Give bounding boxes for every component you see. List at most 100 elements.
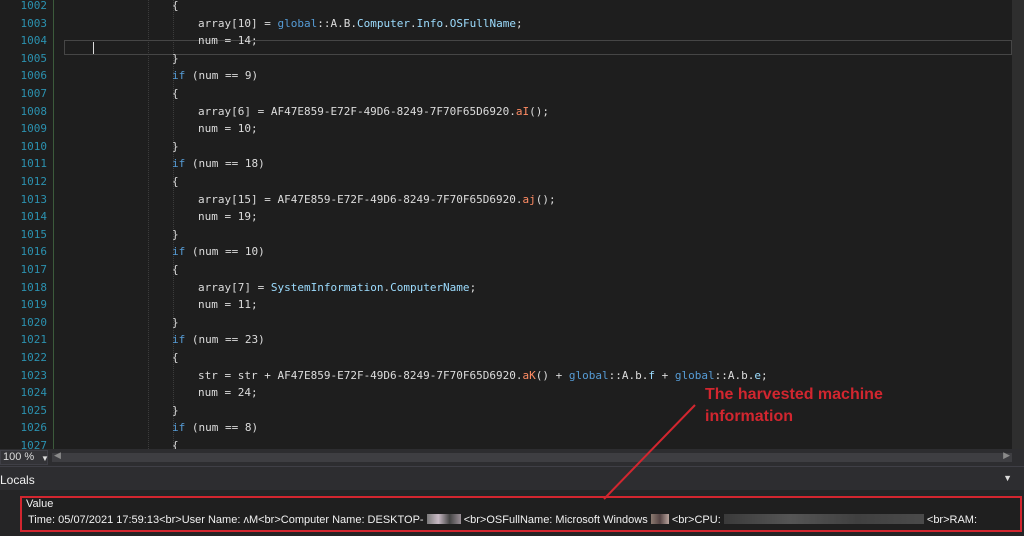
line-number: 1024 [20,386,48,400]
zoom-dropdown[interactable]: 100 % ▼ [0,450,49,465]
code-text: array[10] = global::A.B.Computer.Info.OS… [198,16,523,30]
line-number: 1015 [20,227,48,241]
redacted-block [650,514,669,524]
line-number: 1010 [20,139,48,153]
code-line: 1017 { [0,261,1024,279]
line-number: 1012 [20,175,48,188]
code-line: 1003 array[10] = global::A.B.Computer.Inf… [0,15,1024,33]
line-number: 1009 [20,122,48,136]
line-number: 1006 [20,69,48,83]
user-name-text: ʌM [243,514,259,526]
code-line: 1022 { [0,349,1024,367]
code-text: { [172,351,179,364]
line-number: 1027 [20,439,48,449]
line-number: 1026 [20,421,48,435]
code-line: 1002 { [0,0,1024,15]
line-number: 1021 [20,333,48,347]
code-text: } [172,403,179,417]
code-line: 1016 if (num == 10) [0,243,1024,261]
line-number: 1011 [20,157,48,171]
annotation-callout: The harvested machine information [705,384,965,428]
line-number: 1003 [20,16,48,30]
code-line: 1013 array[15] = AF47E859-E72F-49D6-8249-… [0,191,1024,209]
code-text: { [172,175,179,188]
line-number: 1016 [20,245,48,259]
code-text: { [172,0,179,12]
line-number: 1017 [20,263,48,276]
code-text: num = 14; [198,34,258,48]
code-text: array[6] = AF47E859-E72F-49D6-8249-7F70F… [198,104,550,118]
chevron-down-icon: ▼ [41,454,49,463]
code-text: if (num == 10) [172,245,265,259]
line-number: 1018 [20,280,48,294]
line-number: 1002 [20,0,48,12]
code-line: 1014 num = 19; [0,208,1024,226]
ram-text: <br>RAM: [926,514,978,526]
code-text: array[15] = AF47E859-E72F-49D6-8249-7F70… [198,192,556,206]
os-name-text: <br>OSFullName: Microsoft Windows [463,514,648,526]
line-number: 1004 [20,34,48,48]
code-line: 1018 array[7] = SystemInformation.Compute… [0,279,1024,297]
code-line: 1021 if (num == 23) [0,331,1024,349]
code-text: num = 10; [198,122,258,136]
code-line: 1007 { [0,85,1024,103]
harvested-info-value: Time: 05/07/2021 17:59:13<br>User Name: … [28,514,977,526]
code-text: if (num == 8) [172,421,259,435]
scroll-right-icon[interactable]: ▶ [1003,450,1010,461]
line-number: 1007 [20,87,48,100]
line-number: 1023 [20,368,48,382]
locals-next-row [0,532,1024,536]
locals-panel-header: Locals ▼ [0,466,1024,490]
code-text: { [172,263,179,276]
code-line: 1012 { [0,173,1024,191]
code-line: 1004 num = 14; [0,32,1024,50]
code-text: num = 19; [198,210,258,224]
cpu-text: <br>CPU: [671,514,721,526]
code-line: 1011 if (num == 18) [0,155,1024,173]
code-text: if (num == 18) [172,157,265,171]
time-user-text: Time: 05/07/2021 17:59:13<br>User Name: [28,514,244,526]
code-editor[interactable]: 1002{1003 array[10] = global::A.B.Compute… [0,0,1024,449]
line-number: 1020 [20,315,48,329]
redacted-block [723,514,924,524]
code-text: } [172,315,179,329]
code-text: { [172,87,179,100]
scroll-left-icon[interactable]: ◀ [54,450,61,461]
redacted-block [426,514,461,524]
code-line: 1020} [0,314,1024,332]
computer-name-text: <br>Computer Name: DESKTOP- [258,514,424,526]
code-text: } [172,227,179,241]
line-number: 1022 [20,351,48,364]
horizontal-scrollbar[interactable]: ◀ ▶ [52,450,1012,462]
code-line: 1008 array[6] = AF47E859-E72F-49D6-8249-7… [0,103,1024,121]
code-text: num = 11; [198,298,258,312]
annotation-line-2: information [705,408,793,425]
editor-status-bar: 100 % ▼ ◀ ▶ [0,449,1024,466]
vertical-scrollbar[interactable] [1012,0,1024,449]
code-text: str = str + AF47E859-E72F-49D6-8249-7F70… [198,368,768,382]
code-line: 1023 str = str + AF47E859-E72F-49D6-8249-… [0,367,1024,385]
chevron-down-icon[interactable]: ▼ [1003,473,1012,483]
code-text: } [172,51,179,65]
code-text: array[7] = SystemInformation.ComputerNam… [198,280,477,294]
code-text: num = 24; [198,386,258,400]
line-number: 1008 [20,104,48,118]
code-line: 1006 if (num == 9) [0,67,1024,85]
line-number: 1013 [20,192,48,206]
code-line: 1019 num = 11; [0,296,1024,314]
code-line: 1027 { [0,437,1024,449]
line-number: 1005 [20,51,48,65]
code-line: 1005} [0,50,1024,68]
locals-value-cell[interactable]: Value Time: 05/07/2021 17:59:13<br>User … [20,496,1022,532]
locals-title: Locals [0,473,35,487]
line-number: 1014 [20,210,48,224]
code-line: 1010} [0,138,1024,156]
line-number: 1025 [20,403,48,417]
value-column-header: Value [26,498,54,510]
zoom-value: 100 % [3,451,35,463]
annotation-line-1: The harvested machine [705,386,883,403]
line-number: 1019 [20,298,48,312]
code-text: if (num == 23) [172,333,265,347]
code-text: { [172,439,179,449]
code-line: 1015} [0,226,1024,244]
